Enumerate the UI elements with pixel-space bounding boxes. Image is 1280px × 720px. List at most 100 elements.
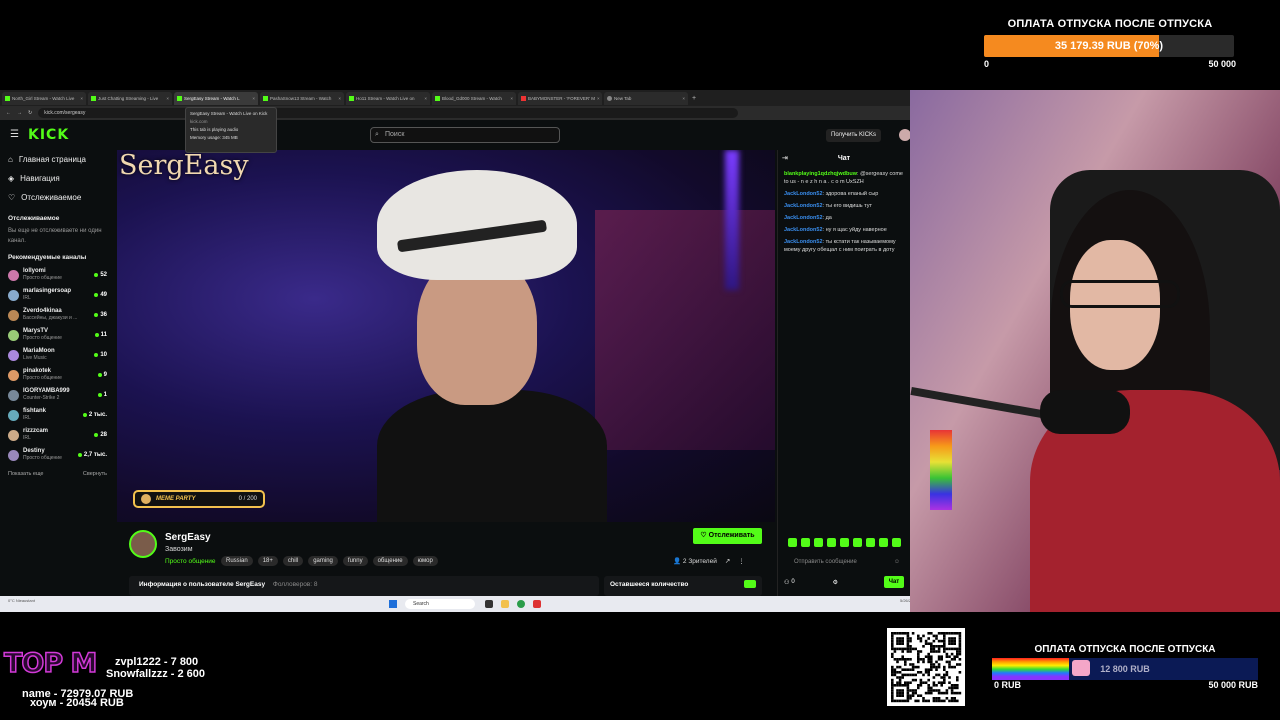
close-icon[interactable]: × xyxy=(510,96,513,101)
follow-button[interactable]: ♡ Отслеживать xyxy=(693,528,762,544)
back-icon[interactable]: ← xyxy=(6,110,11,116)
chat-username[interactable]: JackLondon52 xyxy=(784,227,823,233)
sidebar-channel-item[interactable]: fishtank IRL 2 тыс. xyxy=(0,405,115,425)
browser-tab-active[interactable]: SergEasy Stream - Watch L × xyxy=(174,91,258,105)
user-avatar[interactable] xyxy=(899,129,910,141)
close-icon[interactable]: × xyxy=(338,96,341,101)
sidebar-item-following[interactable]: ♡ Отслеживаемое xyxy=(0,188,115,207)
weather-widget[interactable]: 0°C Nieaustant xyxy=(8,598,35,603)
stream-tag[interactable]: 18+ xyxy=(257,556,278,566)
browser-tab[interactable]: Blood_Gd000 Stream - Watch × xyxy=(432,91,516,105)
url-field[interactable]: kick.com/sergeasy xyxy=(38,108,739,118)
browser-tab[interactable]: PashaSnow13 Stream - Watch × xyxy=(260,91,344,105)
sidebar-channel-item[interactable]: pinakotek Просто общение 9 xyxy=(0,365,115,385)
channel-avatar[interactable] xyxy=(129,530,157,558)
qr-module xyxy=(956,684,959,687)
qr-module xyxy=(906,634,910,638)
emote-icon[interactable] xyxy=(801,538,810,547)
sidebar-channel-item[interactable]: Zverdo4kinaa Бассейны, джакузи и ... 36 xyxy=(0,305,115,325)
new-tab-icon[interactable]: + xyxy=(692,95,696,102)
browser-tab[interactable]: New Tab × xyxy=(604,91,688,105)
qr-module xyxy=(937,647,941,651)
get-kicks-button[interactable]: Получить KICKs xyxy=(826,129,882,142)
emoji-icon[interactable]: ☺ xyxy=(894,555,900,569)
viewer-count: 1 xyxy=(97,392,107,398)
qr-module xyxy=(943,691,946,695)
channel-name[interactable]: SergEasy xyxy=(165,532,211,543)
file-explorer-icon[interactable] xyxy=(501,600,509,608)
qr-module xyxy=(919,639,923,643)
chat-input[interactable]: Отправить сообщение ☺ xyxy=(784,555,904,569)
sidebar-item-browse[interactable]: ◈ Навигация xyxy=(0,169,115,188)
emote-icon[interactable] xyxy=(814,538,823,547)
qr-module xyxy=(940,691,943,695)
sidebar-channel-item[interactable]: marlasingersoap IRL 49 xyxy=(0,285,115,305)
emote-icon[interactable] xyxy=(853,538,862,547)
reload-icon[interactable]: ↻ xyxy=(28,110,32,116)
chrome-icon[interactable] xyxy=(517,600,525,608)
live-dot-icon xyxy=(82,413,87,417)
chat-username[interactable]: JackLondon52 xyxy=(784,191,823,197)
windows-start-icon[interactable] xyxy=(389,600,397,608)
close-icon[interactable]: × xyxy=(424,96,427,101)
send-chat-button[interactable]: Чат xyxy=(884,576,904,588)
video-player[interactable]: SergEasy MEME PARTY 0 / 200 xyxy=(117,150,775,522)
kicks-icon[interactable]: ⚇ xyxy=(784,579,789,586)
sidebar-channel-item[interactable]: rizzzcam IRL 28 xyxy=(0,425,115,445)
close-icon[interactable]: × xyxy=(166,96,169,101)
chat-username[interactable]: blankplaying1qdzhqjwdbuw xyxy=(784,171,857,177)
qr-module xyxy=(891,665,894,669)
close-icon[interactable]: × xyxy=(252,96,255,101)
stream-tag[interactable]: Russian xyxy=(221,556,253,566)
stream-tag[interactable]: юмор xyxy=(412,556,438,566)
sidebar-channel-item[interactable]: IGORYAMBA999 Counter-Strike 2 1 xyxy=(0,385,115,405)
emote-icon[interactable] xyxy=(840,538,849,547)
qr-module xyxy=(937,697,941,700)
browser-tab[interactable]: North_Girl Stream - Watch Live × xyxy=(2,91,86,105)
forward-icon[interactable]: → xyxy=(17,110,22,116)
chat-username[interactable]: JackLondon52 xyxy=(784,215,823,221)
taskbar-search[interactable]: Search xyxy=(405,599,475,609)
emote-icon[interactable] xyxy=(866,538,875,547)
browser-tab[interactable]: Ho11 Stream - Watch Live on × xyxy=(346,91,430,105)
tab-hover-card: SergEasy Stream - Watch Live on Kick kic… xyxy=(185,107,277,153)
compass-icon: ◈ xyxy=(8,174,15,183)
close-icon[interactable]: × xyxy=(682,96,685,101)
kick-logo[interactable]: KICK xyxy=(28,127,69,143)
stream-tag[interactable]: funny xyxy=(342,556,368,566)
stream-tag[interactable]: gaming xyxy=(308,556,338,566)
emote-icon[interactable] xyxy=(788,538,797,547)
share-icon[interactable]: ↗ xyxy=(725,558,730,565)
obs-icon[interactable] xyxy=(533,600,541,608)
qr-module xyxy=(958,642,962,645)
browser-tab[interactable]: BABYMONSTER - 'FOREVER' M × xyxy=(518,91,602,105)
sidebar-channel-item[interactable]: MarysTV Просто общение 11 xyxy=(0,325,115,345)
hamburger-menu-icon[interactable]: ☰ xyxy=(10,129,19,140)
sidebar-item-home[interactable]: ⌂ Главная страница xyxy=(0,150,115,169)
chat-title: Чат xyxy=(837,155,851,162)
sidebar-channel-item[interactable]: lollyomi Просто общение 52 xyxy=(0,265,115,285)
browser-tab[interactable]: Just Chatting Streaming - Live × xyxy=(88,91,172,105)
chat-username[interactable]: JackLondon52 xyxy=(784,239,823,245)
collapse-chat-icon[interactable]: ⇥ xyxy=(782,150,788,168)
chat-username[interactable]: JackLondon52 xyxy=(784,203,823,209)
qr-module xyxy=(924,668,928,671)
stream-tag[interactable]: chill xyxy=(282,556,304,566)
task-view-icon[interactable] xyxy=(485,600,493,608)
emote-icon[interactable] xyxy=(827,538,836,547)
close-icon[interactable]: × xyxy=(80,96,83,101)
close-icon[interactable]: × xyxy=(597,96,600,101)
collapse-link[interactable]: Свернуть xyxy=(83,471,107,477)
sidebar-channel-item[interactable]: Destiny Просто общение 2,7 тыс. xyxy=(0,445,115,465)
search-input[interactable]: ⌕ Поиск xyxy=(370,127,560,143)
qr-module xyxy=(948,665,951,669)
stream-category[interactable]: Просто общение xyxy=(165,558,216,565)
show-more-link[interactable]: Показать еще xyxy=(8,471,44,477)
settings-gear-icon[interactable]: ⚙ xyxy=(833,579,838,586)
more-icon[interactable]: ⋮ xyxy=(738,558,745,565)
emote-icon[interactable] xyxy=(879,538,888,547)
stream-tag[interactable]: общение xyxy=(372,556,408,566)
emote-icon[interactable] xyxy=(892,538,901,547)
sidebar-channel-item[interactable]: MariaMoon Live Music 10 xyxy=(0,345,115,365)
qr-module xyxy=(935,634,938,638)
